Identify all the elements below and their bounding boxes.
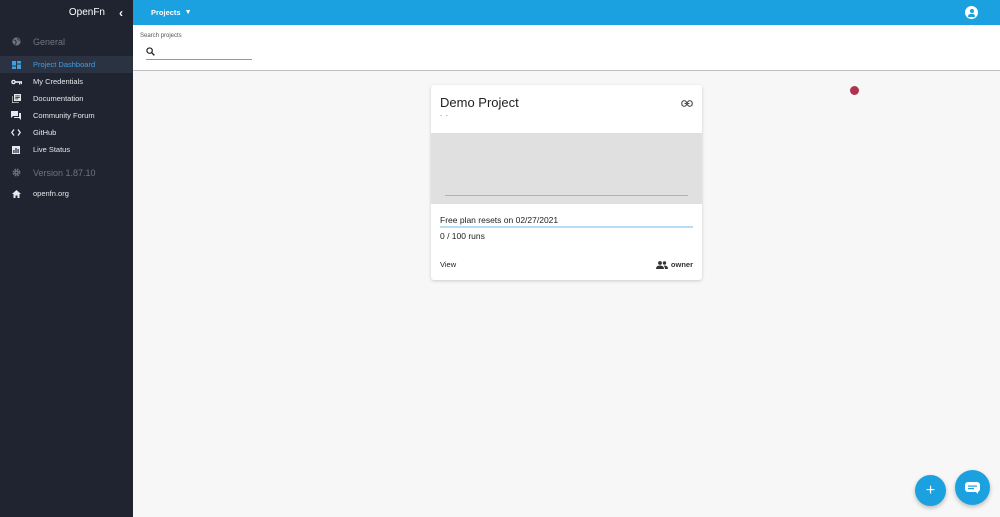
top-app-bar: Projects ▼ [133,0,1000,25]
project-card[interactable]: Demo Project - - Free plan resets on 02/… [431,85,702,280]
sidebar-item-label: Live Status [33,145,71,154]
role-badge: owner [655,260,693,269]
sidebar-item-label: Documentation [33,94,84,103]
sidebar-item-label: openfn.org [33,189,69,198]
sidebar-item-label: Community Forum [33,111,95,120]
chevron-left-icon[interactable]: ‹ [119,6,123,20]
sidebar-item-community-forum[interactable]: Community Forum [0,107,133,124]
runs-count: 0 / 100 runs [440,231,485,241]
sidebar-item-live-status[interactable]: Live Status [0,141,133,158]
runs-progress-bar [440,226,693,228]
search-field[interactable] [146,44,252,60]
search-input[interactable] [161,47,251,56]
project-title: Demo Project [440,95,519,110]
account-circle-icon[interactable] [965,6,978,19]
gear-icon [9,168,23,178]
code-icon [9,128,23,138]
chat-icon [965,481,980,494]
sidebar-section-label: General [33,36,66,47]
link-icon[interactable] [681,94,693,112]
version-label: Version 1.87.10 [33,167,96,178]
search-bar: Search projects [133,25,1000,71]
add-project-button[interactable]: + [915,475,946,506]
sidebar-item-project-dashboard[interactable]: Project Dashboard [0,56,133,73]
forum-icon [9,111,23,121]
search-label: Search projects [140,33,182,39]
sidebar-header: OpenFn ‹ [0,0,133,25]
sidebar-item-label: GitHub [33,128,57,137]
sidebar-item-openfn-org[interactable]: openfn.org [0,185,133,202]
plus-icon: + [925,481,936,499]
projects-menu-label: Projects [151,8,181,17]
cursor-indicator [850,86,859,95]
sidebar-item-label: My Credentials [33,77,84,86]
project-subtitle: - - [440,113,449,119]
sidebar-item-my-credentials[interactable]: My Credentials [0,73,133,90]
key-icon [9,77,23,87]
chat-button[interactable] [955,470,990,505]
book-icon [9,94,23,104]
status-icon [9,145,23,155]
role-label: owner [670,260,693,269]
sidebar-section-general: General [0,33,133,50]
projects-menu-button[interactable]: Projects ▼ [151,8,192,17]
sidebar: OpenFn ‹ General Project Dashboard My Cr… [0,0,133,517]
view-button[interactable]: View [436,257,460,272]
plan-reset-text: Free plan resets on 02/27/2021 [440,215,559,225]
runs-chart-line [445,195,688,196]
runs-chart [431,133,702,204]
sidebar-item-label: Project Dashboard [33,60,96,69]
home-icon [9,189,23,199]
brand-name: OpenFn [68,7,105,18]
version-info: Version 1.87.10 [0,164,133,181]
globe-icon [9,37,23,47]
caret-down-icon: ▼ [184,9,192,16]
people-icon [655,260,668,269]
search-icon [146,47,155,56]
dashboard-icon [9,60,23,70]
sidebar-item-documentation[interactable]: Documentation [0,90,133,107]
sidebar-item-github[interactable]: GitHub [0,124,133,141]
